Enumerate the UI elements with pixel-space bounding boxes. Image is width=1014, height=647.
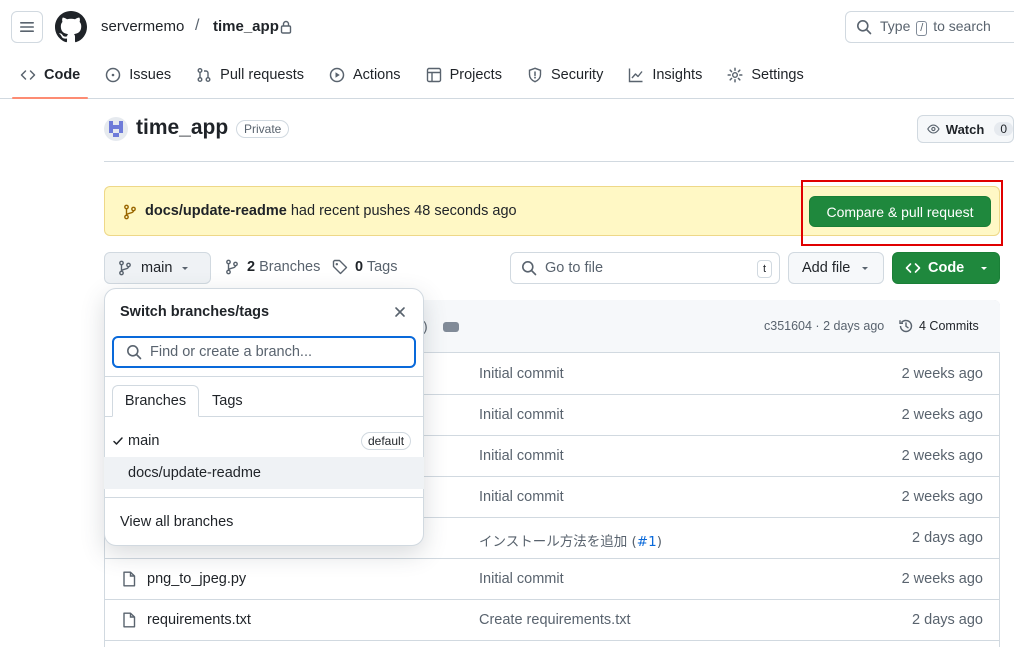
tags-link[interactable]: 0 Tags xyxy=(332,259,398,275)
branch-item-label: main xyxy=(128,433,160,449)
commit-message[interactable]: Initial commit xyxy=(479,448,564,464)
visibility-badge: Private xyxy=(236,120,290,138)
annotation-highlight xyxy=(801,180,1003,246)
pull-request-icon xyxy=(197,68,211,82)
dropdown-divider xyxy=(105,376,423,377)
search-icon xyxy=(522,261,537,276)
lock-icon xyxy=(280,20,292,34)
repo-title[interactable]: time_app xyxy=(136,116,228,140)
add-file-button[interactable]: Add file xyxy=(788,252,884,284)
tab-projects[interactable]: Projects xyxy=(418,56,510,94)
dropdown-title: Switch branches/tags xyxy=(120,304,270,320)
breadcrumb-separator: / xyxy=(195,17,200,34)
default-badge: default xyxy=(361,432,412,450)
caret-down-icon xyxy=(981,267,988,270)
close-icon xyxy=(395,307,405,317)
dropdown-divider xyxy=(105,497,423,498)
watch-count: 0 xyxy=(994,122,1013,136)
commit-time: 2 weeks ago xyxy=(901,571,983,587)
tab-code[interactable]: Code xyxy=(12,56,89,99)
branch-icon xyxy=(122,204,138,220)
tab-pull-requests[interactable]: Pull requests xyxy=(188,56,312,94)
commit-time: 2 weeks ago xyxy=(901,448,983,464)
watch-button[interactable]: Watch 0 xyxy=(917,115,1014,143)
commit-time: 2 weeks ago xyxy=(901,407,983,423)
tab-settings[interactable]: Settings xyxy=(719,56,811,94)
tab-branches[interactable]: Branches xyxy=(112,385,199,417)
commit-time: 2 days ago xyxy=(912,612,983,628)
graph-icon xyxy=(629,68,643,83)
code-icon xyxy=(20,70,36,80)
branch-item-label: docs/update-readme xyxy=(128,465,261,481)
row-divider xyxy=(105,599,999,600)
file-icon xyxy=(122,571,136,587)
breadcrumb-repo[interactable]: time_app xyxy=(213,18,279,35)
banner-message: docs/update-readme had recent pushes 48 … xyxy=(145,203,517,219)
commit-message[interactable]: Create requirements.txt xyxy=(479,612,631,628)
row-divider xyxy=(105,558,999,559)
file-icon xyxy=(122,612,136,628)
commits-link[interactable]: 4 Commits xyxy=(898,318,979,334)
github-logo-icon[interactable] xyxy=(55,11,87,43)
tab-insights[interactable]: Insights xyxy=(620,56,710,94)
expand-commit-button[interactable] xyxy=(443,322,459,332)
breadcrumb-owner[interactable]: servermemo xyxy=(101,18,184,35)
table-icon xyxy=(426,67,441,83)
commit-time: 2 weeks ago xyxy=(901,489,983,505)
hamburger-icon xyxy=(20,22,34,32)
last-commit-hash[interactable]: c351604 · 2 days ago xyxy=(764,319,884,333)
search-icon xyxy=(857,20,872,35)
tag-icon xyxy=(332,259,348,275)
repo-avatar[interactable] xyxy=(104,117,128,141)
row-divider xyxy=(105,640,999,641)
tab-issues[interactable]: Issues xyxy=(97,56,179,94)
commit-message[interactable]: Initial commit xyxy=(479,571,564,587)
issue-icon xyxy=(106,67,121,83)
branch-filter-field[interactable] xyxy=(112,336,416,368)
tab-tags[interactable]: Tags xyxy=(212,393,243,409)
close-button[interactable] xyxy=(392,304,408,320)
commit-time: 2 weeks ago xyxy=(901,366,983,382)
search-hint: Type / to search xyxy=(880,18,991,36)
title-divider xyxy=(104,161,1014,162)
play-icon xyxy=(329,67,345,83)
branches-link[interactable]: 2 Branches xyxy=(224,259,320,275)
check-icon xyxy=(112,435,124,447)
file-name[interactable]: png_to_jpeg.py xyxy=(147,571,246,587)
pr-link[interactable]: #1 xyxy=(637,534,657,550)
branch-selector-button[interactable]: main xyxy=(104,252,211,284)
view-all-branches-link[interactable]: View all branches xyxy=(120,514,233,530)
branch-filter-input[interactable] xyxy=(150,344,390,360)
file-name[interactable]: requirements.txt xyxy=(147,612,251,628)
caret-down-icon xyxy=(182,267,189,270)
commit-time: 2 days ago xyxy=(912,530,983,546)
shortcut-key: t xyxy=(756,260,772,278)
shield-icon xyxy=(528,67,542,83)
eye-icon xyxy=(927,124,940,134)
branch-icon xyxy=(226,259,238,275)
commit-message[interactable]: Initial commit xyxy=(479,407,564,423)
search-icon xyxy=(127,345,142,360)
commit-message[interactable]: Initial commit xyxy=(479,366,564,382)
commit-message[interactable]: Initial commit xyxy=(479,489,564,505)
gear-icon xyxy=(727,67,743,83)
go-to-file-input[interactable]: Go to file t xyxy=(510,252,780,284)
commit-message[interactable]: インストール方法を追加 (#1) xyxy=(479,530,662,550)
global-search-input[interactable]: Type / to search xyxy=(845,11,1014,43)
tab-actions[interactable]: Actions xyxy=(321,56,409,94)
tab-security[interactable]: Security xyxy=(519,56,611,94)
repo-nav: Code Issues Pull requests Actions Projec… xyxy=(12,56,821,99)
branch-switcher-dropdown xyxy=(104,288,424,546)
history-icon xyxy=(899,319,913,333)
branch-icon xyxy=(119,260,131,276)
code-icon xyxy=(905,263,921,273)
menu-button[interactable] xyxy=(11,11,43,43)
code-button[interactable]: Code xyxy=(892,252,1000,284)
caret-down-icon xyxy=(862,267,869,270)
